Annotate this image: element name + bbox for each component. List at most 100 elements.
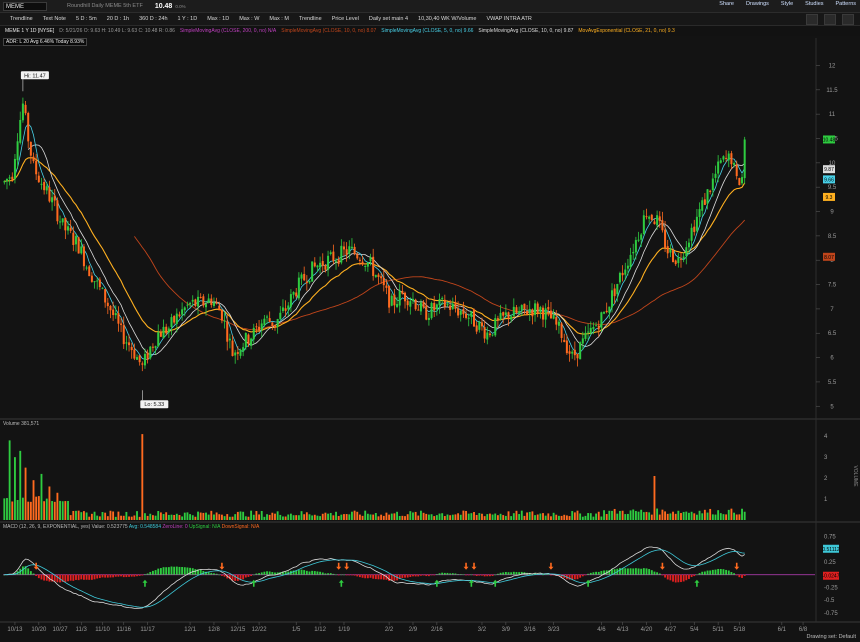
macd-histogram-bar — [332, 573, 335, 575]
candle-body — [305, 281, 308, 284]
volume-bar — [215, 512, 218, 520]
x-tick-label: 11/16 — [116, 627, 131, 633]
macd-histogram-bar — [130, 574, 133, 577]
volume-bar — [494, 513, 497, 520]
candle-body — [528, 309, 531, 314]
volume-bar — [321, 513, 324, 520]
macd-histogram-bar — [717, 568, 720, 575]
candle-body — [488, 333, 491, 336]
macd-histogram-bar — [512, 571, 515, 575]
candle-body — [223, 320, 226, 322]
volume-bar — [114, 516, 117, 520]
volume-bar — [295, 515, 298, 520]
candle-body — [284, 308, 287, 311]
volume-bar — [677, 510, 680, 520]
macd-histogram-bar — [358, 574, 361, 578]
macd-histogram-bar — [550, 574, 552, 576]
macd-histogram-bar — [173, 566, 176, 575]
volume-bar — [557, 515, 560, 520]
volume-bar — [205, 512, 207, 520]
candle-body — [496, 318, 499, 320]
macd-histogram-bar — [311, 570, 314, 575]
volume-bar — [358, 514, 361, 520]
volume-bar — [446, 514, 449, 520]
macd-histogram-bar — [112, 574, 115, 578]
candle-body — [276, 319, 279, 327]
volume-bar — [51, 501, 54, 520]
macd-histogram-bar — [404, 574, 406, 578]
volume-bar — [282, 516, 284, 520]
volume-bar — [693, 513, 696, 520]
candle-body — [159, 332, 162, 337]
candle-body — [515, 307, 518, 314]
volume-bar — [422, 512, 425, 520]
volume-bar — [252, 514, 255, 520]
macd-histogram-bar — [167, 567, 170, 575]
macd-histogram-bar — [162, 567, 165, 575]
candle-body — [252, 327, 255, 340]
candle-body — [247, 334, 250, 345]
candle-body — [340, 245, 343, 263]
macd-histogram-bar — [194, 569, 197, 575]
price-tick-label: 7 — [830, 307, 834, 313]
candle-body — [486, 332, 489, 340]
volume-bar — [539, 513, 542, 520]
candle-body — [135, 357, 139, 360]
macd-histogram-bar — [589, 572, 592, 575]
macd-histogram-bar — [738, 574, 741, 578]
candle-body — [658, 216, 661, 222]
candle-body — [390, 295, 393, 306]
price-tag-label: 9.66 — [824, 177, 834, 183]
candle-body — [316, 265, 319, 268]
volume-bar — [313, 514, 316, 520]
candle-body — [255, 326, 258, 328]
price-tick-label: 7.5 — [828, 283, 837, 289]
volume-bar — [406, 514, 409, 520]
chart-canvas[interactable]: 55.566.577.588.599.51010.51111.51210.489… — [0, 0, 860, 642]
candle-body — [141, 363, 144, 365]
candle-body — [385, 285, 388, 288]
macd-histogram-bar — [101, 574, 104, 578]
volume-bar — [77, 510, 80, 520]
macd-histogram-bar — [406, 574, 409, 578]
candle-body — [491, 334, 494, 336]
candle-body — [727, 153, 730, 161]
candle-body — [154, 346, 157, 348]
candle-body — [600, 312, 603, 328]
candle-body — [701, 200, 704, 211]
price-tick-label: 6 — [830, 356, 834, 362]
candle-body — [393, 294, 396, 306]
volume-bar — [637, 511, 640, 520]
macd-histogram-bar — [645, 568, 648, 575]
candle-body — [202, 296, 205, 306]
candle-body — [541, 307, 545, 320]
macd-histogram-bar — [698, 573, 701, 575]
macd-histogram-bar — [443, 572, 446, 575]
candle-body — [45, 186, 48, 191]
price-tag-label: 9.87 — [824, 167, 834, 173]
volume-bar — [629, 510, 632, 520]
macd-histogram-bar — [29, 571, 32, 575]
candle-body — [621, 272, 624, 276]
volume-bar — [32, 480, 35, 520]
volume-bar — [560, 515, 563, 520]
price-tick-label: 11.5 — [826, 88, 838, 94]
macd-histogram-bar — [366, 574, 369, 579]
candle-body — [85, 267, 88, 269]
volume-bar — [308, 514, 311, 520]
candle-body — [335, 260, 338, 262]
volume-bar — [496, 515, 499, 520]
macd-histogram-bar — [672, 574, 674, 582]
candle-body — [483, 327, 486, 339]
volume-bar — [53, 501, 56, 520]
volume-bar — [544, 515, 547, 520]
candle-body — [369, 257, 372, 262]
candle-body — [626, 265, 629, 269]
volume-bar — [197, 511, 199, 520]
macd-histogram-bar — [680, 574, 682, 583]
candle-body — [693, 226, 696, 232]
candle-body — [719, 160, 722, 163]
volume-bar — [210, 510, 213, 520]
volume-bar — [228, 516, 231, 520]
volume-bar — [711, 514, 714, 520]
